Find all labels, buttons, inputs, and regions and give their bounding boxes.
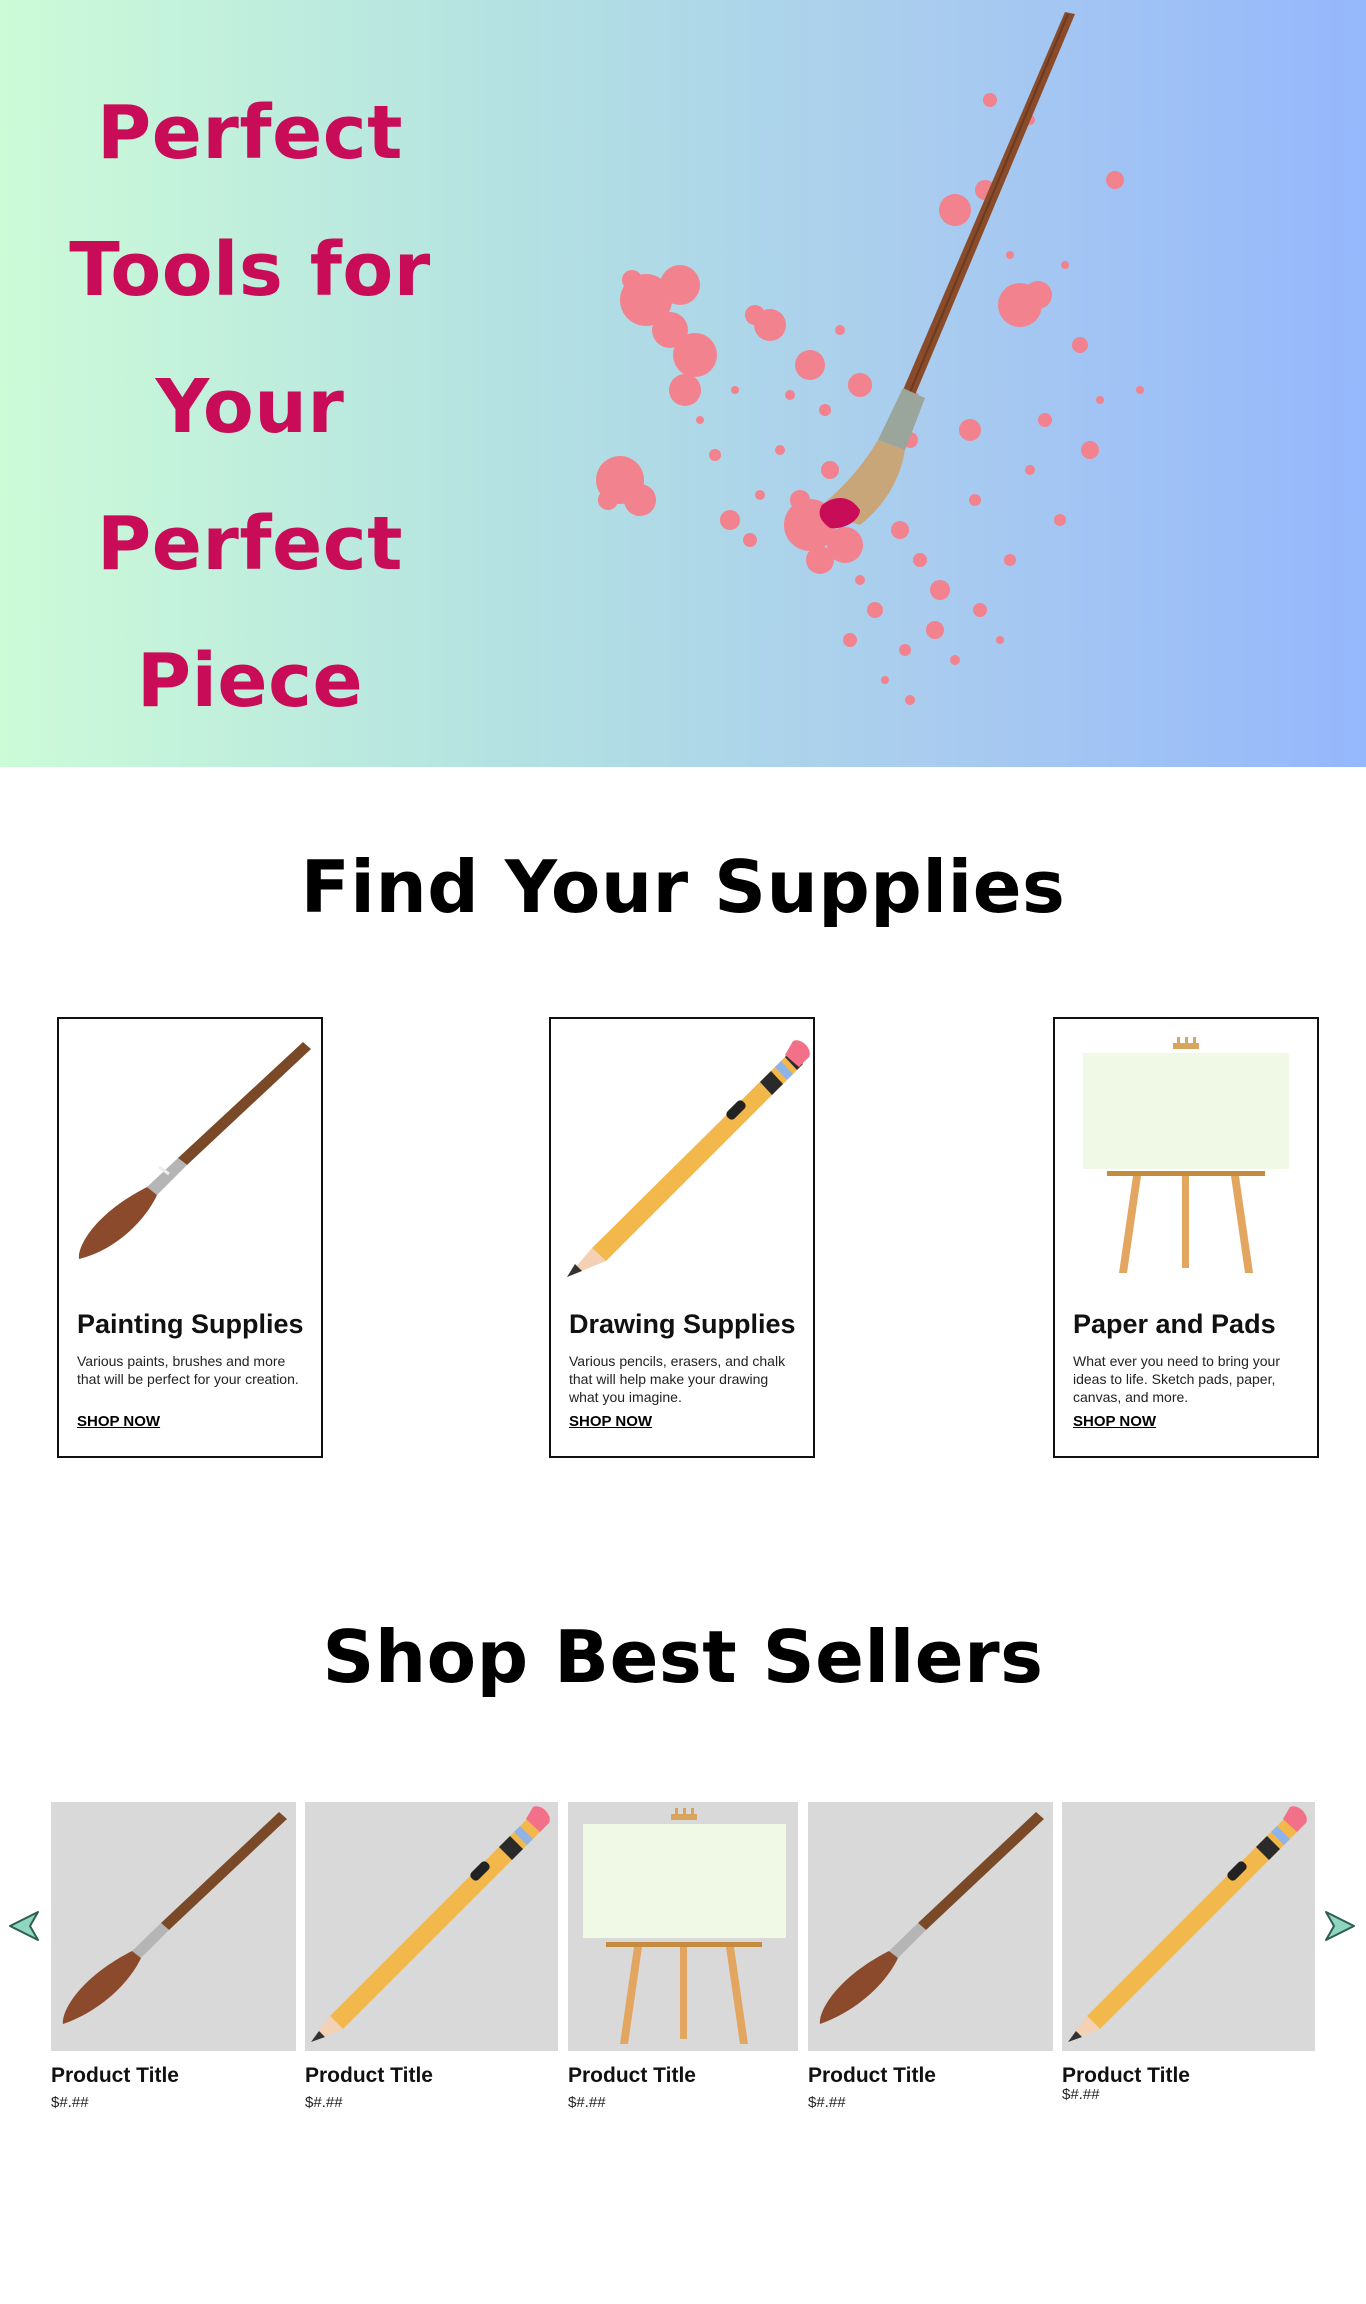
product-image[interactable]: [808, 1802, 1053, 2051]
category-description: Various pencils, erasers, and chalk that…: [569, 1353, 786, 1405]
product-image[interactable]: [568, 1802, 798, 2051]
find-supplies-heading: Find Your Supplies: [300, 845, 1066, 929]
product-title[interactable]: Product Title: [51, 2064, 179, 2088]
pencil-icon: [311, 1806, 550, 2042]
category-card-drawing[interactable]: Drawing Supplies Various pencils, eraser…: [549, 1017, 815, 1458]
product-price: $#.##: [568, 2094, 606, 2111]
paintbrush-icon: [819, 1812, 1044, 2024]
category-title: Painting Supplies: [77, 1309, 304, 1339]
product-title[interactable]: Product Title: [808, 2064, 936, 2088]
category-description: Various paints, brushes and more that wi…: [77, 1353, 299, 1387]
product-image[interactable]: [305, 1802, 558, 2051]
arrow-right-icon[interactable]: [1322, 1908, 1358, 1944]
paintbrush-icon: [62, 1812, 287, 2024]
category-card-painting[interactable]: Painting Supplies Various paints, brushe…: [57, 1017, 323, 1458]
product-price: $#.##: [305, 2094, 343, 2111]
product-price: $#.##: [1062, 2086, 1100, 2103]
easel-icon: [583, 1808, 786, 2044]
paintbrush-icon: [78, 1042, 311, 1259]
pencil-icon: [567, 1040, 810, 1277]
product-title[interactable]: Product Title: [305, 2064, 433, 2088]
hero-title: Perfect Tools for Your Perfect Piece: [69, 90, 431, 724]
pencil-icon: [1068, 1806, 1307, 2042]
category-description: What ever you need to bring your ideas t…: [1073, 1353, 1281, 1405]
easel-icon: [1083, 1037, 1289, 1273]
shop-now-link[interactable]: SHOP NOW: [1073, 1413, 1156, 1430]
arrow-left-icon[interactable]: [6, 1908, 42, 1944]
hero-banner: Perfect Tools for Your Perfect Piece: [0, 0, 1366, 767]
product-price: $#.##: [51, 2094, 89, 2111]
product-price: $#.##: [808, 2094, 846, 2111]
best-sellers-heading: Shop Best Sellers: [322, 1615, 1044, 1699]
product-image[interactable]: [1062, 1802, 1315, 2051]
product-image[interactable]: [51, 1802, 296, 2051]
category-title: Paper and Pads: [1073, 1309, 1276, 1339]
category-card-paper[interactable]: Paper and Pads What ever you need to bri…: [1053, 1017, 1319, 1458]
shop-now-link[interactable]: SHOP NOW: [569, 1413, 652, 1430]
paint-splatter-brush-icon: [596, 12, 1144, 705]
category-title: Drawing Supplies: [569, 1309, 796, 1339]
product-title[interactable]: Product Title: [1062, 2064, 1190, 2088]
product-title[interactable]: Product Title: [568, 2064, 696, 2088]
shop-now-link[interactable]: SHOP NOW: [77, 1413, 160, 1430]
